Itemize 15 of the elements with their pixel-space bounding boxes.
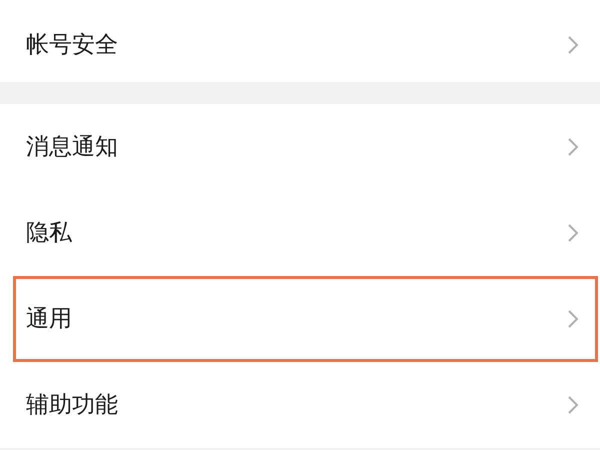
- chevron-icon: [568, 36, 578, 54]
- settings-row[interactable]: 辅助功能: [0, 362, 600, 448]
- row-label: 消息通知: [26, 132, 118, 162]
- settings-row[interactable]: 隐私: [0, 190, 600, 276]
- settings-row[interactable]: 消息通知: [0, 104, 600, 190]
- chevron-icon: [568, 396, 578, 414]
- chevron-icon: [568, 138, 578, 156]
- chevron-icon: [568, 224, 578, 242]
- settings-row[interactable]: 通用: [0, 276, 600, 362]
- row-label: 通用: [26, 304, 72, 334]
- chevron-icon: [568, 310, 578, 328]
- row-label: 帐号安全: [26, 30, 118, 60]
- settings-row[interactable]: 帐号安全: [0, 0, 600, 82]
- row-label: 辅助功能: [26, 390, 118, 420]
- row-label: 隐私: [26, 218, 72, 248]
